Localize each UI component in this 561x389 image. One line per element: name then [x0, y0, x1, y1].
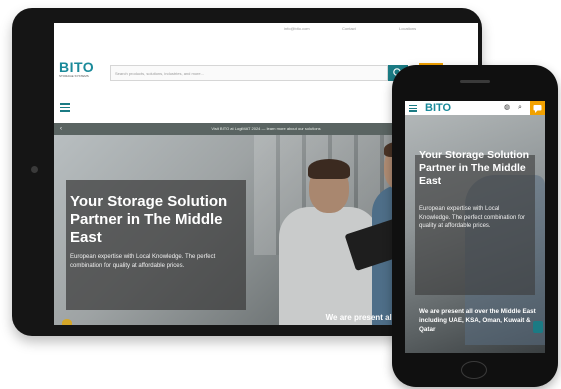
- chevron-left-icon[interactable]: ‹: [60, 123, 62, 135]
- search-input[interactable]: Search products, solutions, industries, …: [110, 65, 388, 81]
- hero-subtitle: European expertise with Local Knowledge.…: [419, 206, 525, 229]
- mobile-header: BITO ◍ ⌕: [405, 101, 545, 115]
- person-photo-hair: [308, 159, 350, 179]
- hero-title: Your Storage Solution Partner in The Mid…: [70, 193, 228, 246]
- logo-wordmark: BITO: [59, 59, 95, 75]
- logo-tagline: STORAGE SYSTEMS: [59, 74, 89, 78]
- topbar-link-contact[interactable]: Contact: [342, 26, 356, 31]
- search-icon[interactable]: ⌕: [516, 104, 524, 112]
- mockup-stage: info@bito.com Contact Locations BITO STO…: [0, 0, 561, 389]
- hamburger-menu-icon[interactable]: [60, 103, 70, 113]
- phone-speaker: [460, 80, 490, 83]
- site-logo[interactable]: BITO STORAGE SYSTEMS: [59, 59, 95, 82]
- tablet-camera: [31, 166, 38, 173]
- announcement-text: Visit BITO at LogiMAT 2024 — learn more …: [211, 126, 321, 131]
- globe-icon[interactable]: ◍: [503, 104, 511, 112]
- hero-subtitle: European expertise with Local Knowledge.…: [70, 254, 216, 269]
- hero-title: Your Storage Solution Partner in The Mid…: [419, 149, 530, 187]
- phone-device: BITO ◍ ⌕ Your Storage Solution Partner i…: [392, 65, 558, 387]
- badge-icon: [62, 319, 72, 325]
- chat-icon: [533, 105, 542, 113]
- phone-screen: BITO ◍ ⌕ Your Storage Solution Partner i…: [405, 101, 545, 353]
- mobile-logo[interactable]: BITO: [425, 102, 451, 114]
- top-utility-bar: info@bito.com Contact Locations: [54, 23, 478, 33]
- home-button[interactable]: [461, 361, 487, 379]
- topbar-link-email[interactable]: info@bito.com: [284, 26, 310, 31]
- chat-widget-icon[interactable]: [533, 321, 543, 333]
- hero-caption: We are present all over the Middle East …: [419, 308, 536, 333]
- hamburger-menu-icon[interactable]: [409, 105, 417, 112]
- topbar-link-locations[interactable]: Locations: [399, 26, 416, 31]
- quote-button[interactable]: [530, 101, 545, 115]
